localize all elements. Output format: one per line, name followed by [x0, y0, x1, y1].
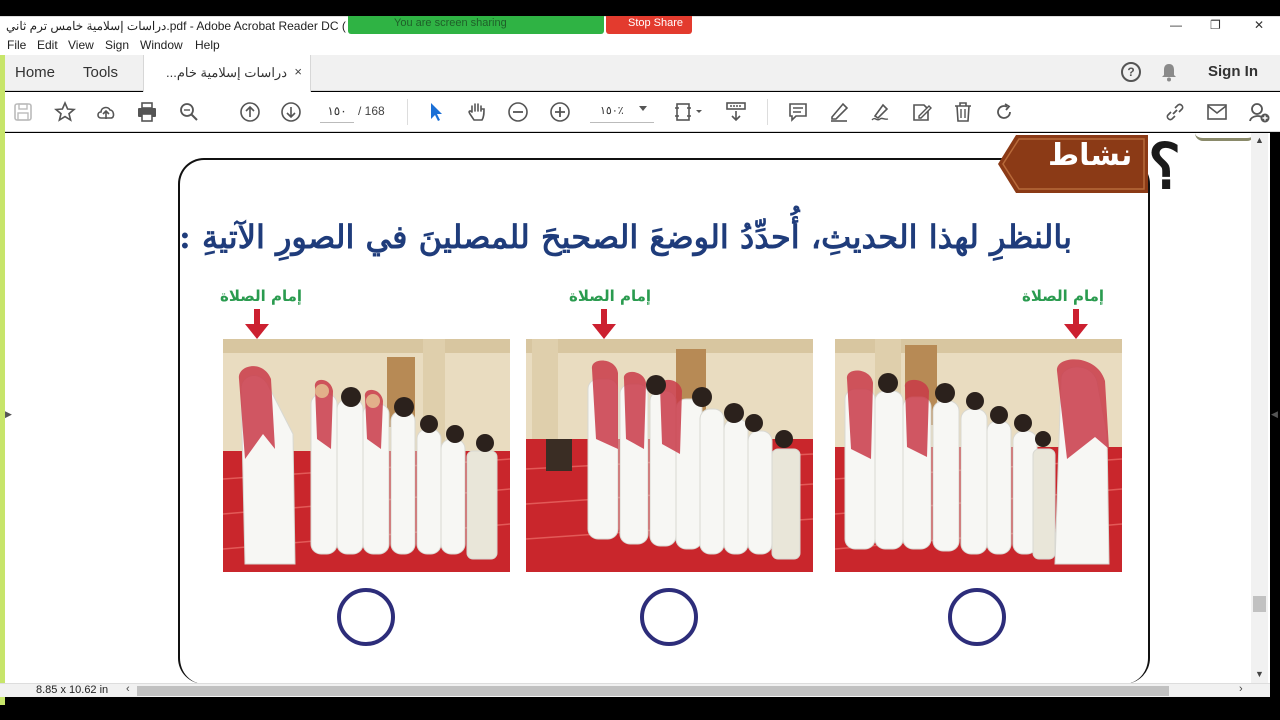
upload-cloud-icon[interactable]: [95, 101, 117, 123]
help-icon[interactable]: ?: [1121, 62, 1141, 82]
prayer-photo-middle: [526, 339, 813, 572]
minimize-icon[interactable]: —: [1170, 18, 1182, 32]
red-arrow-down-icon: [245, 309, 269, 339]
bell-icon[interactable]: [1160, 62, 1178, 82]
scroll-left-icon[interactable]: ‹: [126, 683, 130, 695]
prayer-photo-right: [835, 339, 1122, 572]
menu-sign[interactable]: Sign: [105, 38, 129, 52]
answer-circle-left[interactable]: [337, 588, 395, 646]
toolbar-divider: [767, 99, 768, 125]
maximize-icon[interactable]: ❐: [1210, 18, 1221, 32]
tab-document-label: دراسات إسلامية خام...: [166, 65, 287, 80]
bookmark-star-icon[interactable]: [53, 100, 77, 123]
imam-label-left: إمام الصلاة: [220, 287, 303, 305]
page-fit-icon[interactable]: [673, 101, 705, 123]
vertical-scroll-thumb[interactable]: [1253, 596, 1266, 612]
scroll-down-icon[interactable]: ▼: [1255, 669, 1264, 679]
zoom-in-icon[interactable]: [549, 101, 571, 123]
page-total: / 168: [358, 104, 385, 118]
sign-in-button[interactable]: Sign In: [1208, 63, 1258, 80]
select-cursor-icon[interactable]: [425, 101, 447, 123]
close-window-icon[interactable]: ✕: [1254, 18, 1264, 32]
share-link-icon[interactable]: [1164, 101, 1186, 123]
edit-pdf-icon[interactable]: [911, 101, 933, 123]
next-page-icon[interactable]: [280, 101, 302, 123]
close-tab-icon[interactable]: ×: [294, 64, 302, 79]
tab-home[interactable]: Home: [15, 64, 55, 81]
add-user-icon[interactable]: [1248, 101, 1270, 123]
rotate-icon[interactable]: [993, 101, 1015, 123]
left-accent-strip: [0, 55, 5, 705]
share-status-text: You are screen sharing: [394, 17, 507, 29]
draw-pen-icon[interactable]: [869, 101, 891, 123]
comment-icon[interactable]: [787, 101, 809, 123]
vertical-scrollbar[interactable]: ▲ ▼: [1251, 133, 1268, 683]
prayer-photo-left: [223, 339, 510, 572]
zoom-out-icon[interactable]: [507, 101, 529, 123]
activity-instruction: بالنظرِ لهذا الحديثِ، أُحدِّدُ الوضعَ ال…: [179, 218, 1072, 256]
print-icon[interactable]: [136, 101, 158, 123]
scroll-up-icon[interactable]: ▲: [1255, 135, 1264, 145]
email-envelope-icon[interactable]: [1206, 101, 1228, 123]
imam-label-middle: إمام الصلاة: [569, 287, 652, 305]
toolbar-divider: [407, 99, 408, 125]
save-icon[interactable]: [12, 101, 34, 123]
window-title: دراسات إسلامية خامس ترم ثاني.pdf - Adobe…: [6, 19, 346, 33]
menu-file[interactable]: File: [7, 38, 26, 52]
screen-share-bar: You are screen sharing: [348, 16, 604, 34]
red-arrow-down-icon: [592, 309, 616, 339]
menu-edit[interactable]: Edit: [37, 38, 58, 52]
activity-tag-label: نشاط: [1048, 138, 1133, 173]
delete-trash-icon[interactable]: [952, 101, 974, 123]
question-mark-icon: ؟: [1148, 130, 1181, 203]
menu-bar: File Edit View Sign Window Help: [0, 36, 1280, 55]
right-panel-toggle-icon[interactable]: ◀: [1271, 409, 1278, 420]
page-size-indicator: 8.85 x 10.62 in: [36, 684, 109, 696]
chevron-down-icon[interactable]: [639, 106, 647, 111]
menu-window[interactable]: Window: [140, 38, 183, 52]
zoom-level-select[interactable]: ١٥٠٪: [590, 99, 654, 123]
page-number-input[interactable]: ١٥٠: [320, 99, 354, 123]
decorative-corner: [1195, 133, 1255, 141]
scroll-mode-icon[interactable]: [725, 101, 747, 123]
answer-circle-right[interactable]: [948, 588, 1006, 646]
left-panel-toggle-icon[interactable]: ▶: [5, 409, 12, 420]
answer-circle-middle[interactable]: [640, 588, 698, 646]
menu-view[interactable]: View: [68, 38, 94, 52]
search-icon[interactable]: [178, 101, 200, 123]
hand-tool-icon[interactable]: [466, 101, 488, 123]
previous-page-icon[interactable]: [239, 101, 261, 123]
tab-bar: Home Tools دراسات إسلامية خام... ×: [0, 55, 1280, 92]
horizontal-scroll-thumb[interactable]: [137, 686, 1169, 696]
tab-tools[interactable]: Tools: [83, 64, 118, 81]
imam-label-right: إمام الصلاة: [1022, 287, 1105, 305]
scroll-right-icon[interactable]: ›: [1239, 683, 1243, 695]
red-arrow-down-icon: [1064, 309, 1088, 339]
tab-document[interactable]: دراسات إسلامية خام... ×: [143, 55, 311, 92]
horizontal-scrollbar[interactable]: ‹ ›: [0, 683, 1270, 697]
stop-share-button[interactable]: Stop Share: [606, 16, 692, 34]
menu-help[interactable]: Help: [195, 38, 220, 52]
highlight-pen-icon[interactable]: [828, 101, 850, 123]
